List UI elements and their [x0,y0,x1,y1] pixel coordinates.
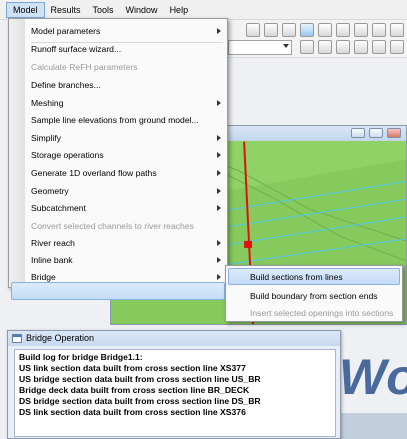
zoom-extent-icon[interactable] [390,40,404,54]
menu-item-generate-1d-overland[interactable]: Generate 1D overland flow paths [31,167,157,179]
menu-tools[interactable]: Tools [87,3,120,17]
menu-item-river-reach[interactable]: River reach [31,237,75,249]
menu-model[interactable]: Model [6,1,45,18]
build-log[interactable]: Build log for bridge Bridge1.1: US link … [14,349,336,437]
menu-item-meshing[interactable]: Meshing [31,97,63,109]
select-tool-icon[interactable] [246,23,260,37]
network-tool-icon[interactable] [300,23,314,37]
zoom-out-icon[interactable] [372,40,386,54]
properties-tool-icon[interactable] [390,23,404,37]
menu-item-insert-openings: Insert selected openings into sections [250,308,394,318]
submenu-arrow-icon [217,152,221,158]
submenu-arrow-icon [217,100,221,106]
table-tool-icon[interactable] [282,23,296,37]
menu-item-calculate-refh: Calculate ReFH parameters [31,62,138,72]
menu-window[interactable]: Window [120,3,164,17]
log-line: US bridge section data built from cross … [19,374,261,384]
log-line: DS link section data built from cross se… [19,407,246,417]
menu-results[interactable]: Results [45,3,87,17]
log-line: Bridge deck data built from cross sectio… [19,385,250,395]
splash-logo-text: Wo [339,349,407,405]
grid-tool-icon[interactable] [264,23,278,37]
menu-item-build-sections-from-lines[interactable]: Build sections from lines [250,271,343,283]
pan-hand-icon[interactable] [336,40,350,54]
chevron-down-icon [283,44,289,48]
menu-highlight [11,282,225,300]
menu-item-convert-channels: Convert selected channels to river reach… [31,221,194,231]
menu-item-sample-line-elevations[interactable]: Sample line elevations from ground model… [31,114,199,126]
menu-item-bridge[interactable]: Bridge [31,271,56,283]
dialog-title: Bridge Operation [8,331,340,346]
menu-item-inline-bank[interactable]: Inline bank [31,254,73,266]
menu-item-build-boundary[interactable]: Build boundary from section ends [250,290,378,302]
profile-tool-icon[interactable] [336,23,350,37]
chart-tool-icon[interactable] [354,23,368,37]
bridge-operation-dialog: Bridge Operation Build log for bridge Br… [7,330,341,439]
submenu-arrow-icon [217,257,221,263]
submenu-arrow-icon [217,240,221,246]
log-line: US link section data built from cross se… [19,363,246,373]
menu-item-define-branches[interactable]: Define branches... [31,79,101,91]
toolbar-combo[interactable] [228,40,292,55]
zoom-in-icon[interactable] [354,40,368,54]
submenu-arrow-icon [217,188,221,194]
minimize-icon[interactable] [351,128,365,138]
window-icon [12,334,22,343]
submenu-arrow-icon [217,135,221,141]
pencil-icon[interactable] [318,40,332,54]
menu-item-geometry[interactable]: Geometry [31,185,69,197]
submenu-arrow-icon [217,274,221,280]
graph-tool-icon[interactable] [318,23,332,37]
submenu-arrow-icon [217,205,221,211]
menu-item-subcatchment[interactable]: Subcatchment [31,202,86,214]
menu-item-model-parameters[interactable]: Model parameters [31,25,100,37]
menu-help[interactable]: Help [164,3,195,17]
menu-bar: Model Results Tools Window Help [0,0,407,20]
bridge-submenu: Build sections from lines Build boundary… [225,265,403,322]
menu-item-runoff-surface-wizard[interactable]: Runoff surface wizard... [31,43,121,55]
log-line: DS bridge section data built from cross … [19,396,261,406]
layers-tool-icon[interactable] [372,23,386,37]
close-icon[interactable] [387,128,401,138]
maximize-icon[interactable] [369,128,383,138]
submenu-arrow-icon [217,28,221,34]
log-line: Build log for bridge Bridge1.1: [19,352,143,362]
model-menu: Model parameters Runoff surface wizard..… [8,18,228,300]
submenu-arrow-icon [217,170,221,176]
menu-item-simplify[interactable]: Simplify [31,132,61,144]
menu-icon-strip [9,19,25,287]
menu-item-storage-operations[interactable]: Storage operations [31,149,104,161]
pointer-icon[interactable] [300,40,314,54]
splash-banner [341,413,407,439]
